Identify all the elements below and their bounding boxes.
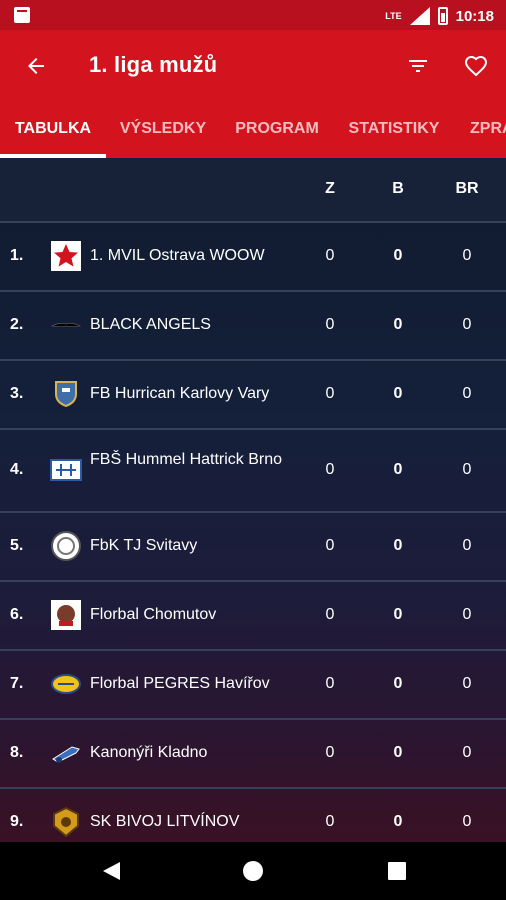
- team-logo-icon: [50, 806, 82, 838]
- b-value: 0: [393, 675, 403, 692]
- rank: 4.: [10, 461, 24, 478]
- nav-home-button[interactable]: [238, 856, 268, 886]
- br-value: 0: [462, 461, 472, 478]
- tab-bar: TABULKA VÝSLEDKY PROGRAM STATISTIKY ZPRÁ: [0, 102, 506, 158]
- standings-table[interactable]: Z B BR 1. 1. MVIL Ostrava WOOW 0 0 0 2. …: [0, 158, 506, 842]
- back-button[interactable]: [18, 48, 54, 84]
- z-value: 0: [325, 385, 335, 402]
- nav-back-button[interactable]: [96, 856, 126, 886]
- br-value: 0: [462, 537, 472, 554]
- team-name: Florbal Chomutov: [90, 606, 217, 623]
- tab-program[interactable]: PROGRAM: [220, 102, 334, 158]
- table-row[interactable]: 1. 1. MVIL Ostrava WOOW 0 0 0: [0, 223, 506, 290]
- br-value: 0: [462, 744, 472, 761]
- heart-outline-icon: [464, 55, 488, 77]
- team-name: FB Hurrican Karlovy Vary: [90, 385, 270, 402]
- page-title: 1. liga mužů: [89, 52, 218, 77]
- rank: 1.: [10, 247, 24, 264]
- br-value: 0: [462, 813, 472, 830]
- rank: 2.: [10, 316, 24, 333]
- z-value: 0: [325, 744, 335, 761]
- team-name: Florbal PEGRES Havířov: [90, 675, 270, 692]
- z-value: 0: [325, 247, 335, 264]
- table-row[interactable]: 5. FbK TJ Svitavy 0 0 0: [0, 513, 506, 580]
- b-value: 0: [393, 316, 403, 333]
- header-z: Z: [325, 180, 335, 197]
- filter-button[interactable]: [400, 48, 436, 84]
- team-logo-icon: [50, 530, 82, 562]
- favorite-button[interactable]: [458, 48, 494, 84]
- z-value: 0: [325, 606, 335, 623]
- rank: 7.: [10, 675, 24, 692]
- tab-statistiky[interactable]: STATISTIKY: [334, 102, 454, 158]
- b-value: 0: [393, 461, 403, 478]
- z-value: 0: [325, 316, 335, 333]
- filter-icon: [409, 60, 427, 72]
- br-value: 0: [462, 385, 472, 402]
- team-name: SK BIVOJ LITVÍNOV: [90, 813, 240, 830]
- z-value: 0: [325, 813, 335, 830]
- team-logo-icon: [50, 737, 82, 769]
- table-row[interactable]: 3. FB Hurrican Karlovy Vary 0 0 0: [0, 361, 506, 428]
- rank: 8.: [10, 744, 24, 761]
- b-value: 0: [393, 744, 403, 761]
- table-row[interactable]: 9. SK BIVOJ LITVÍNOV 0 0 0: [0, 789, 506, 842]
- b-value: 0: [393, 247, 403, 264]
- rank: 6.: [10, 606, 24, 623]
- app-bar: 1. liga mužů: [0, 30, 506, 102]
- br-value: 0: [462, 316, 472, 333]
- team-name: FbK TJ Svitavy: [90, 537, 198, 554]
- team-name: FBŠ Hummel Hattrick Brno: [90, 451, 283, 468]
- table-row[interactable]: 8. Kanonýři Kladno 0 0 0: [0, 720, 506, 787]
- header-br: BR: [455, 180, 479, 197]
- triangle-back-icon: [103, 862, 120, 880]
- table-row[interactable]: 2. BLACK ANGELS 0 0 0: [0, 292, 506, 359]
- table-row[interactable]: 6. Florbal Chomutov 0 0 0: [0, 582, 506, 649]
- b-value: 0: [393, 537, 403, 554]
- table-row[interactable]: 4. FBŠ Hummel Hattrick Brno 0 0 0: [0, 430, 506, 511]
- z-value: 0: [325, 461, 335, 478]
- tab-tabulka[interactable]: TABULKA: [0, 102, 106, 158]
- battery-icon: [437, 7, 448, 25]
- b-value: 0: [393, 385, 403, 402]
- b-value: 0: [393, 606, 403, 623]
- b-value: 0: [393, 813, 403, 830]
- rank: 9.: [10, 813, 24, 830]
- clock: 10:18: [455, 7, 494, 25]
- team-logo-icon: [50, 454, 82, 486]
- br-value: 0: [462, 675, 472, 692]
- lte-label: LTE: [385, 11, 402, 21]
- team-logo-icon: [50, 378, 82, 410]
- signal-icon: [409, 7, 430, 25]
- team-name: Kanonýři Kladno: [90, 744, 208, 761]
- header-b: B: [392, 180, 404, 197]
- br-value: 0: [462, 247, 472, 264]
- notification-icon: [14, 7, 30, 23]
- team-logo-icon: [50, 240, 82, 272]
- team-name: BLACK ANGELS: [90, 316, 211, 333]
- tab-zpravy[interactable]: ZPRÁ: [454, 102, 506, 158]
- rank: 3.: [10, 385, 24, 402]
- table-row[interactable]: 7. Florbal PEGRES Havířov 0 0 0: [0, 651, 506, 718]
- tab-vysledky[interactable]: VÝSLEDKY: [106, 102, 220, 158]
- z-value: 0: [325, 537, 335, 554]
- team-logo-icon: [50, 309, 82, 341]
- table-header: Z B BR: [0, 158, 506, 221]
- z-value: 0: [325, 675, 335, 692]
- team-logo-icon: [50, 668, 82, 700]
- square-recents-icon: [388, 862, 406, 880]
- nav-recents-button[interactable]: [382, 856, 412, 886]
- team-logo-icon: [50, 599, 82, 631]
- system-nav-bar: [0, 842, 506, 900]
- circle-home-icon: [243, 861, 263, 881]
- br-value: 0: [462, 606, 472, 623]
- team-name: 1. MVIL Ostrava WOOW: [90, 247, 265, 264]
- arrow-left-icon: [28, 58, 44, 74]
- status-bar: LTE 10:18: [0, 0, 506, 30]
- rank: 5.: [10, 537, 24, 554]
